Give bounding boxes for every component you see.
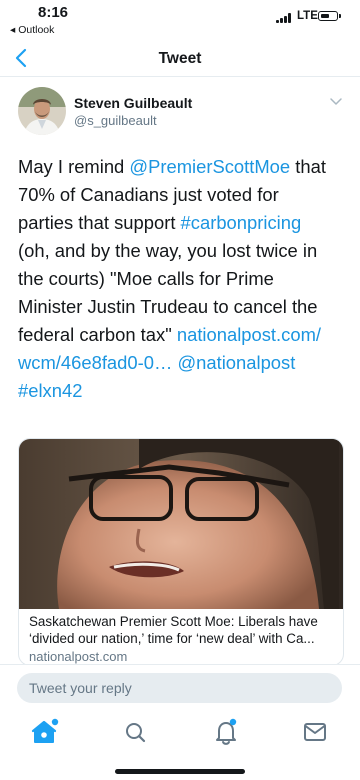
tweet-line: #elxn42 (18, 377, 348, 405)
reply-input[interactable] (17, 673, 342, 703)
home-indicator[interactable] (115, 769, 245, 774)
tweet-text-segment: (oh, and by the way, you lost twice in (18, 240, 318, 261)
signal-icon (276, 13, 294, 23)
tweet-text: May I remind @PremierScottMoe that 70% of… (18, 153, 348, 405)
tweet-line: federal carbon tax" nationalpost.com/ (18, 321, 348, 349)
battery-icon (318, 11, 338, 21)
author-name[interactable]: Steven Guilbeault (74, 95, 192, 111)
tweet-link[interactable]: #elxn42 (18, 380, 82, 401)
chevron-down-icon[interactable] (328, 96, 344, 108)
tweet-line: (oh, and by the way, you lost twice in (18, 237, 348, 265)
tweet-link[interactable]: @PremierScottMoe (129, 156, 290, 177)
tweet-text-segment: federal carbon tax" (18, 324, 177, 345)
link-card[interactable]: Saskatchewan Premier Scott Moe: Liberals… (18, 438, 344, 666)
tweet-line: 70% of Canadians just voted for (18, 181, 348, 209)
status-bar: 8:16 ◂ Outlook LTE (0, 0, 360, 40)
status-time: 8:16 (38, 4, 69, 21)
search-icon[interactable] (117, 716, 153, 748)
nav-bar: Tweet (0, 40, 360, 77)
battery-cap (339, 14, 341, 18)
mail-icon[interactable] (297, 716, 333, 748)
tweet-line: wcm/46e8fad0-0… @nationalpost (18, 349, 348, 377)
tweet-text-segment: the courts) "Moe calls for Prime (18, 268, 274, 289)
back-to-app-link[interactable]: ◂ Outlook (10, 24, 54, 36)
card-title-line-2: ‘divided our nation,’ time for ‘new deal… (29, 631, 315, 646)
card-photo (19, 439, 343, 609)
author-handle[interactable]: @s_guilbeault (74, 113, 157, 128)
avatar[interactable] (18, 87, 66, 135)
tweet-text-segment: 70% of Canadians just voted for (18, 184, 279, 205)
home-icon[interactable] (26, 716, 62, 748)
tweet-link[interactable]: wcm/46e8fad0-0… (18, 352, 172, 373)
tweet-text-segment: parties that support (18, 212, 181, 233)
tweet-line: May I remind @PremierScottMoe that (18, 153, 348, 181)
tweet-link[interactable]: nationalpost.com/ (177, 324, 321, 345)
bell-icon[interactable] (208, 716, 244, 748)
card-title: Saskatchewan Premier Scott Moe: Liberals… (29, 613, 335, 647)
tweet-link[interactable]: #carbonpricing (181, 212, 302, 233)
tweet-link[interactable]: @nationalpost (177, 352, 295, 373)
tweet-line: parties that support #carbonpricing (18, 209, 348, 237)
tweet-text-segment: Minister Justin Trudeau to cancel the (18, 296, 318, 317)
carrier-label: LTE (297, 10, 318, 22)
tweet-line: Minister Justin Trudeau to cancel the (18, 293, 348, 321)
tweet-line: the courts) "Moe calls for Prime (18, 265, 348, 293)
card-domain: nationalpost.com (29, 649, 128, 664)
card-title-line-1: Saskatchewan Premier Scott Moe: Liberals… (29, 614, 318, 629)
tweet-text-segment: that (290, 156, 326, 177)
tweet-text-segment: May I remind (18, 156, 130, 177)
reply-bar (0, 664, 360, 711)
page-title: Tweet (158, 50, 202, 67)
